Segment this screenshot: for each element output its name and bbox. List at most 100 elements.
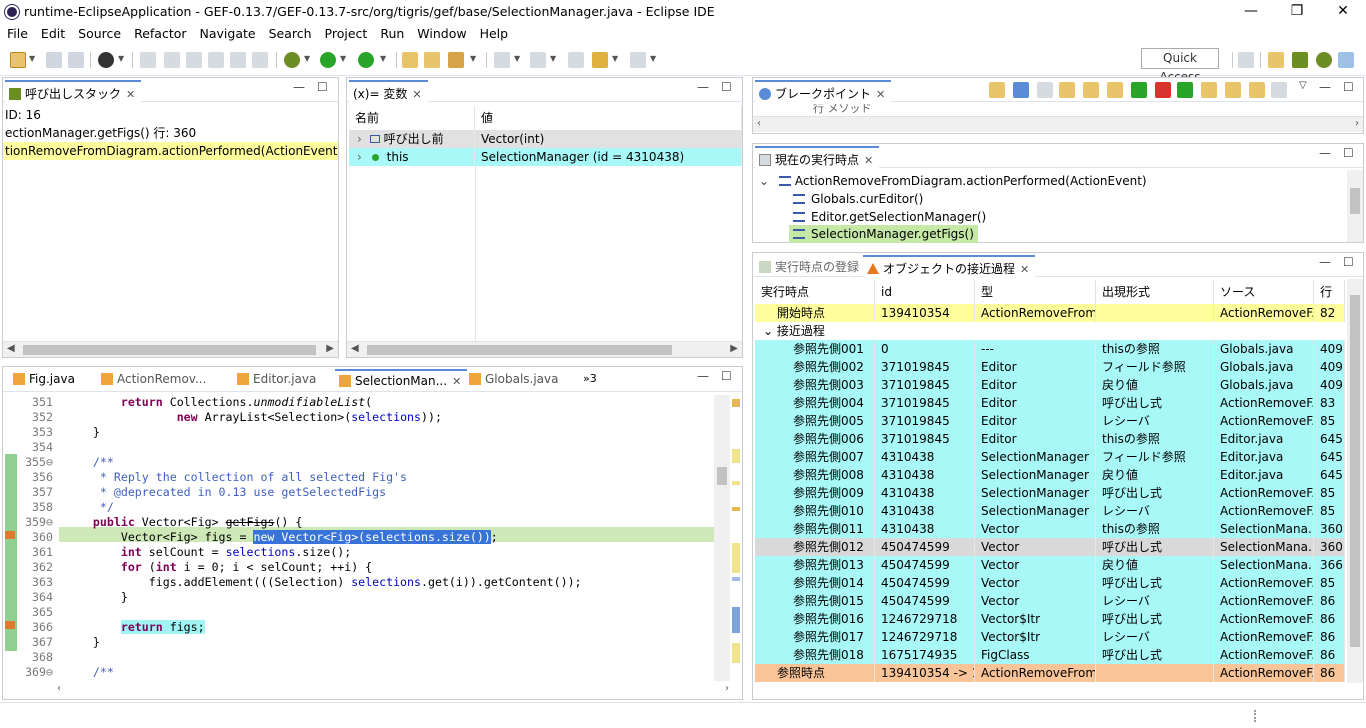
menu-search[interactable]: Search xyxy=(262,25,318,43)
list-item[interactable]: tionRemoveFromDiagram.actionPerformed(Ac… xyxy=(3,142,338,160)
tab-register-point[interactable]: 実行時点の登録 xyxy=(755,255,865,277)
custom-perspective-icon[interactable] xyxy=(1338,52,1354,68)
list-item[interactable]: ectionManager.getFigs() 行: 360 xyxy=(3,124,338,142)
code-line[interactable]: 360 Vector<Fig> figs = new Vector<Fig>(s… xyxy=(9,530,715,545)
menu-run[interactable]: Run xyxy=(373,25,410,43)
tree-item[interactable]: Editor.getSelectionManager() xyxy=(793,208,986,226)
close-icon[interactable]: ✕ xyxy=(864,154,873,167)
java-perspective-icon[interactable] xyxy=(1292,52,1308,68)
horizontal-scrollbar[interactable]: ◀ ▶ xyxy=(347,341,742,357)
stop-icon[interactable] xyxy=(1155,82,1171,98)
chevron-down-icon[interactable]: ▼ xyxy=(118,54,124,63)
code-line[interactable]: 359⊖ public Vector<Fig> getFigs() { xyxy=(9,515,715,530)
vertical-scrollbar[interactable] xyxy=(1347,279,1363,683)
minimize-icon[interactable]: — xyxy=(1319,146,1331,160)
close-button[interactable]: ✕ xyxy=(1320,0,1366,24)
step-over-icon[interactable] xyxy=(1201,82,1217,98)
step-back-icon[interactable] xyxy=(1083,82,1099,98)
table-row[interactable]: 参照先側001 0 --- thisの参照 Globals.java 409 xyxy=(755,340,1345,358)
horizontal-scrollbar[interactable]: ◀ ▶ xyxy=(3,341,338,357)
open-perspective-icon[interactable] xyxy=(1238,52,1254,68)
open-type-icon[interactable] xyxy=(402,52,418,68)
tab-selectionmanager[interactable]: SelectionMan... ✕ xyxy=(335,369,468,391)
code-line[interactable]: 358 */ xyxy=(9,500,715,515)
vertical-scrollbar[interactable] xyxy=(714,395,730,681)
tab-globals-java[interactable]: Globals.java xyxy=(465,369,565,391)
tab-actionremove[interactable]: ActionRemov... xyxy=(97,369,212,391)
list-item[interactable]: ID: 16 xyxy=(3,107,338,125)
table-row[interactable]: 開始時点 139410354 ActionRemoveFrom... ActionRe… xyxy=(755,304,1345,322)
table-row[interactable]: 参照先側010 4310438 SelectionManager レシーバ Action… xyxy=(755,502,1345,520)
quick-access-input[interactable]: Quick Access xyxy=(1141,48,1219,84)
save-all-icon[interactable] xyxy=(68,52,84,68)
code-line[interactable]: 352 new ArrayList<Selection>(selections)… xyxy=(9,410,715,425)
table-row[interactable]: ⌄ 接近過程 xyxy=(755,322,1345,340)
column-header[interactable]: 行 xyxy=(1314,280,1345,304)
table-row[interactable]: 参照先側002 371019845 Editor フィールド参照 Globals.jav… xyxy=(755,358,1345,376)
chevron-down-icon[interactable]: ▼ xyxy=(470,54,476,63)
column-header[interactable]: 実行時点 xyxy=(755,280,875,304)
code-line[interactable]: 351 return Collections.unmodifiableList( xyxy=(9,395,715,410)
table-row[interactable]: 参照先側006 371019845 Editor thisの参照 Editor.java… xyxy=(755,430,1345,448)
table-row[interactable]: 参照先側009 4310438 SelectionManager 呼び出し式 Actio… xyxy=(755,484,1345,502)
table-row[interactable]: 参照先側007 4310438 SelectionManager フィールド参照 Edi… xyxy=(755,448,1345,466)
debug-icon[interactable] xyxy=(284,52,300,68)
table-row[interactable]: 参照先側005 371019845 Editor レシーバ ActionRemoveF.… xyxy=(755,412,1345,430)
table-row[interactable]: 参照先側004 371019845 Editor 呼び出し式 ActionRemoveF… xyxy=(755,394,1345,412)
block-icon[interactable] xyxy=(230,52,246,68)
chevron-down-icon[interactable]: ⌄ xyxy=(763,324,777,338)
close-icon[interactable]: ✕ xyxy=(412,88,421,101)
debug-perspective-icon[interactable] xyxy=(1316,52,1332,68)
table-row[interactable]: 参照先側013 450474599 Vector 戻り値 SelectionMana..… xyxy=(755,556,1345,574)
chevron-right-icon[interactable]: › xyxy=(357,150,362,164)
minimize-button[interactable]: — xyxy=(1228,0,1274,24)
vertical-scrollbar[interactable] xyxy=(1347,170,1363,242)
chevron-down-icon[interactable]: ▼ xyxy=(514,54,520,63)
column-header[interactable]: ソース xyxy=(1214,280,1314,304)
menu-help[interactable]: Help xyxy=(473,25,515,43)
table-row[interactable]: 参照先側014 450474599 Vector 呼び出し式 ActionRemoveF… xyxy=(755,574,1345,592)
last-edit-icon[interactable] xyxy=(568,52,584,68)
tab-editor-java[interactable]: Editor.java xyxy=(233,369,322,391)
horizontal-scrollbar[interactable]: ‹ › xyxy=(753,116,1363,132)
code-line[interactable]: 356 * Reply the collection of all select… xyxy=(9,470,715,485)
column-header[interactable]: 値 xyxy=(475,106,742,130)
resource-perspective-icon[interactable] xyxy=(1268,52,1284,68)
code-line[interactable]: 361 int selCount = selections.size(); xyxy=(9,545,715,560)
maximize-icon[interactable]: ☐ xyxy=(1343,255,1354,269)
toggle-icon[interactable] xyxy=(140,52,156,68)
tree-item-selected[interactable]: SelectionManager.getFigs() xyxy=(789,225,978,243)
prev-annotation-icon[interactable] xyxy=(530,52,546,68)
chevron-down-icon[interactable]: ▼ xyxy=(650,54,656,63)
drop-frame-icon[interactable] xyxy=(1249,82,1265,98)
maximize-icon[interactable]: ☐ xyxy=(721,369,732,383)
tab-variables[interactable]: (x)= 変数 ✕ xyxy=(349,80,428,102)
overview-ruler[interactable] xyxy=(730,397,740,677)
code-line[interactable]: 355⊖ /** xyxy=(9,455,715,470)
maximize-icon[interactable]: ☐ xyxy=(317,80,328,94)
code-line[interactable]: 367 } xyxy=(9,635,715,650)
skip-icon[interactable] xyxy=(164,52,180,68)
table-row[interactable]: 参照先側018 1675174935 FigClass 呼び出し式 ActionRemo… xyxy=(755,646,1345,664)
minimize-icon[interactable]: — xyxy=(1319,255,1331,269)
code-area[interactable]: 351 return Collections.unmodifiableList(… xyxy=(9,395,715,681)
group-icon[interactable] xyxy=(1013,82,1029,98)
column-header[interactable]: 名前 xyxy=(349,106,475,130)
menu-source[interactable]: Source xyxy=(71,25,127,43)
menu-project[interactable]: Project xyxy=(318,25,374,43)
chevron-down-icon[interactable]: ▼ xyxy=(340,54,346,63)
skip-icon[interactable] xyxy=(1037,82,1053,98)
table-row[interactable]: 参照先側016 1246729718 Vector$Itr 呼び出し式 ActionRe… xyxy=(755,610,1345,628)
column-header[interactable]: 型 xyxy=(975,280,1096,304)
close-icon[interactable]: ✕ xyxy=(126,88,135,101)
close-icon[interactable]: ✕ xyxy=(1020,263,1029,276)
forward-icon[interactable] xyxy=(630,52,646,68)
open-icon[interactable] xyxy=(989,82,1005,98)
code-line[interactable]: 353 } xyxy=(9,425,715,440)
minimize-icon[interactable]: — xyxy=(697,369,709,383)
code-line[interactable]: 363 figs.addElement(((Selection) selecti… xyxy=(9,575,715,590)
menu-file[interactable]: File xyxy=(0,25,34,43)
menu-window[interactable]: Window xyxy=(410,25,472,43)
code-line[interactable]: 364 } xyxy=(9,590,715,605)
table-row[interactable]: 参照先側012 450474599 Vector 呼び出し式 SelectionMana… xyxy=(755,538,1345,556)
